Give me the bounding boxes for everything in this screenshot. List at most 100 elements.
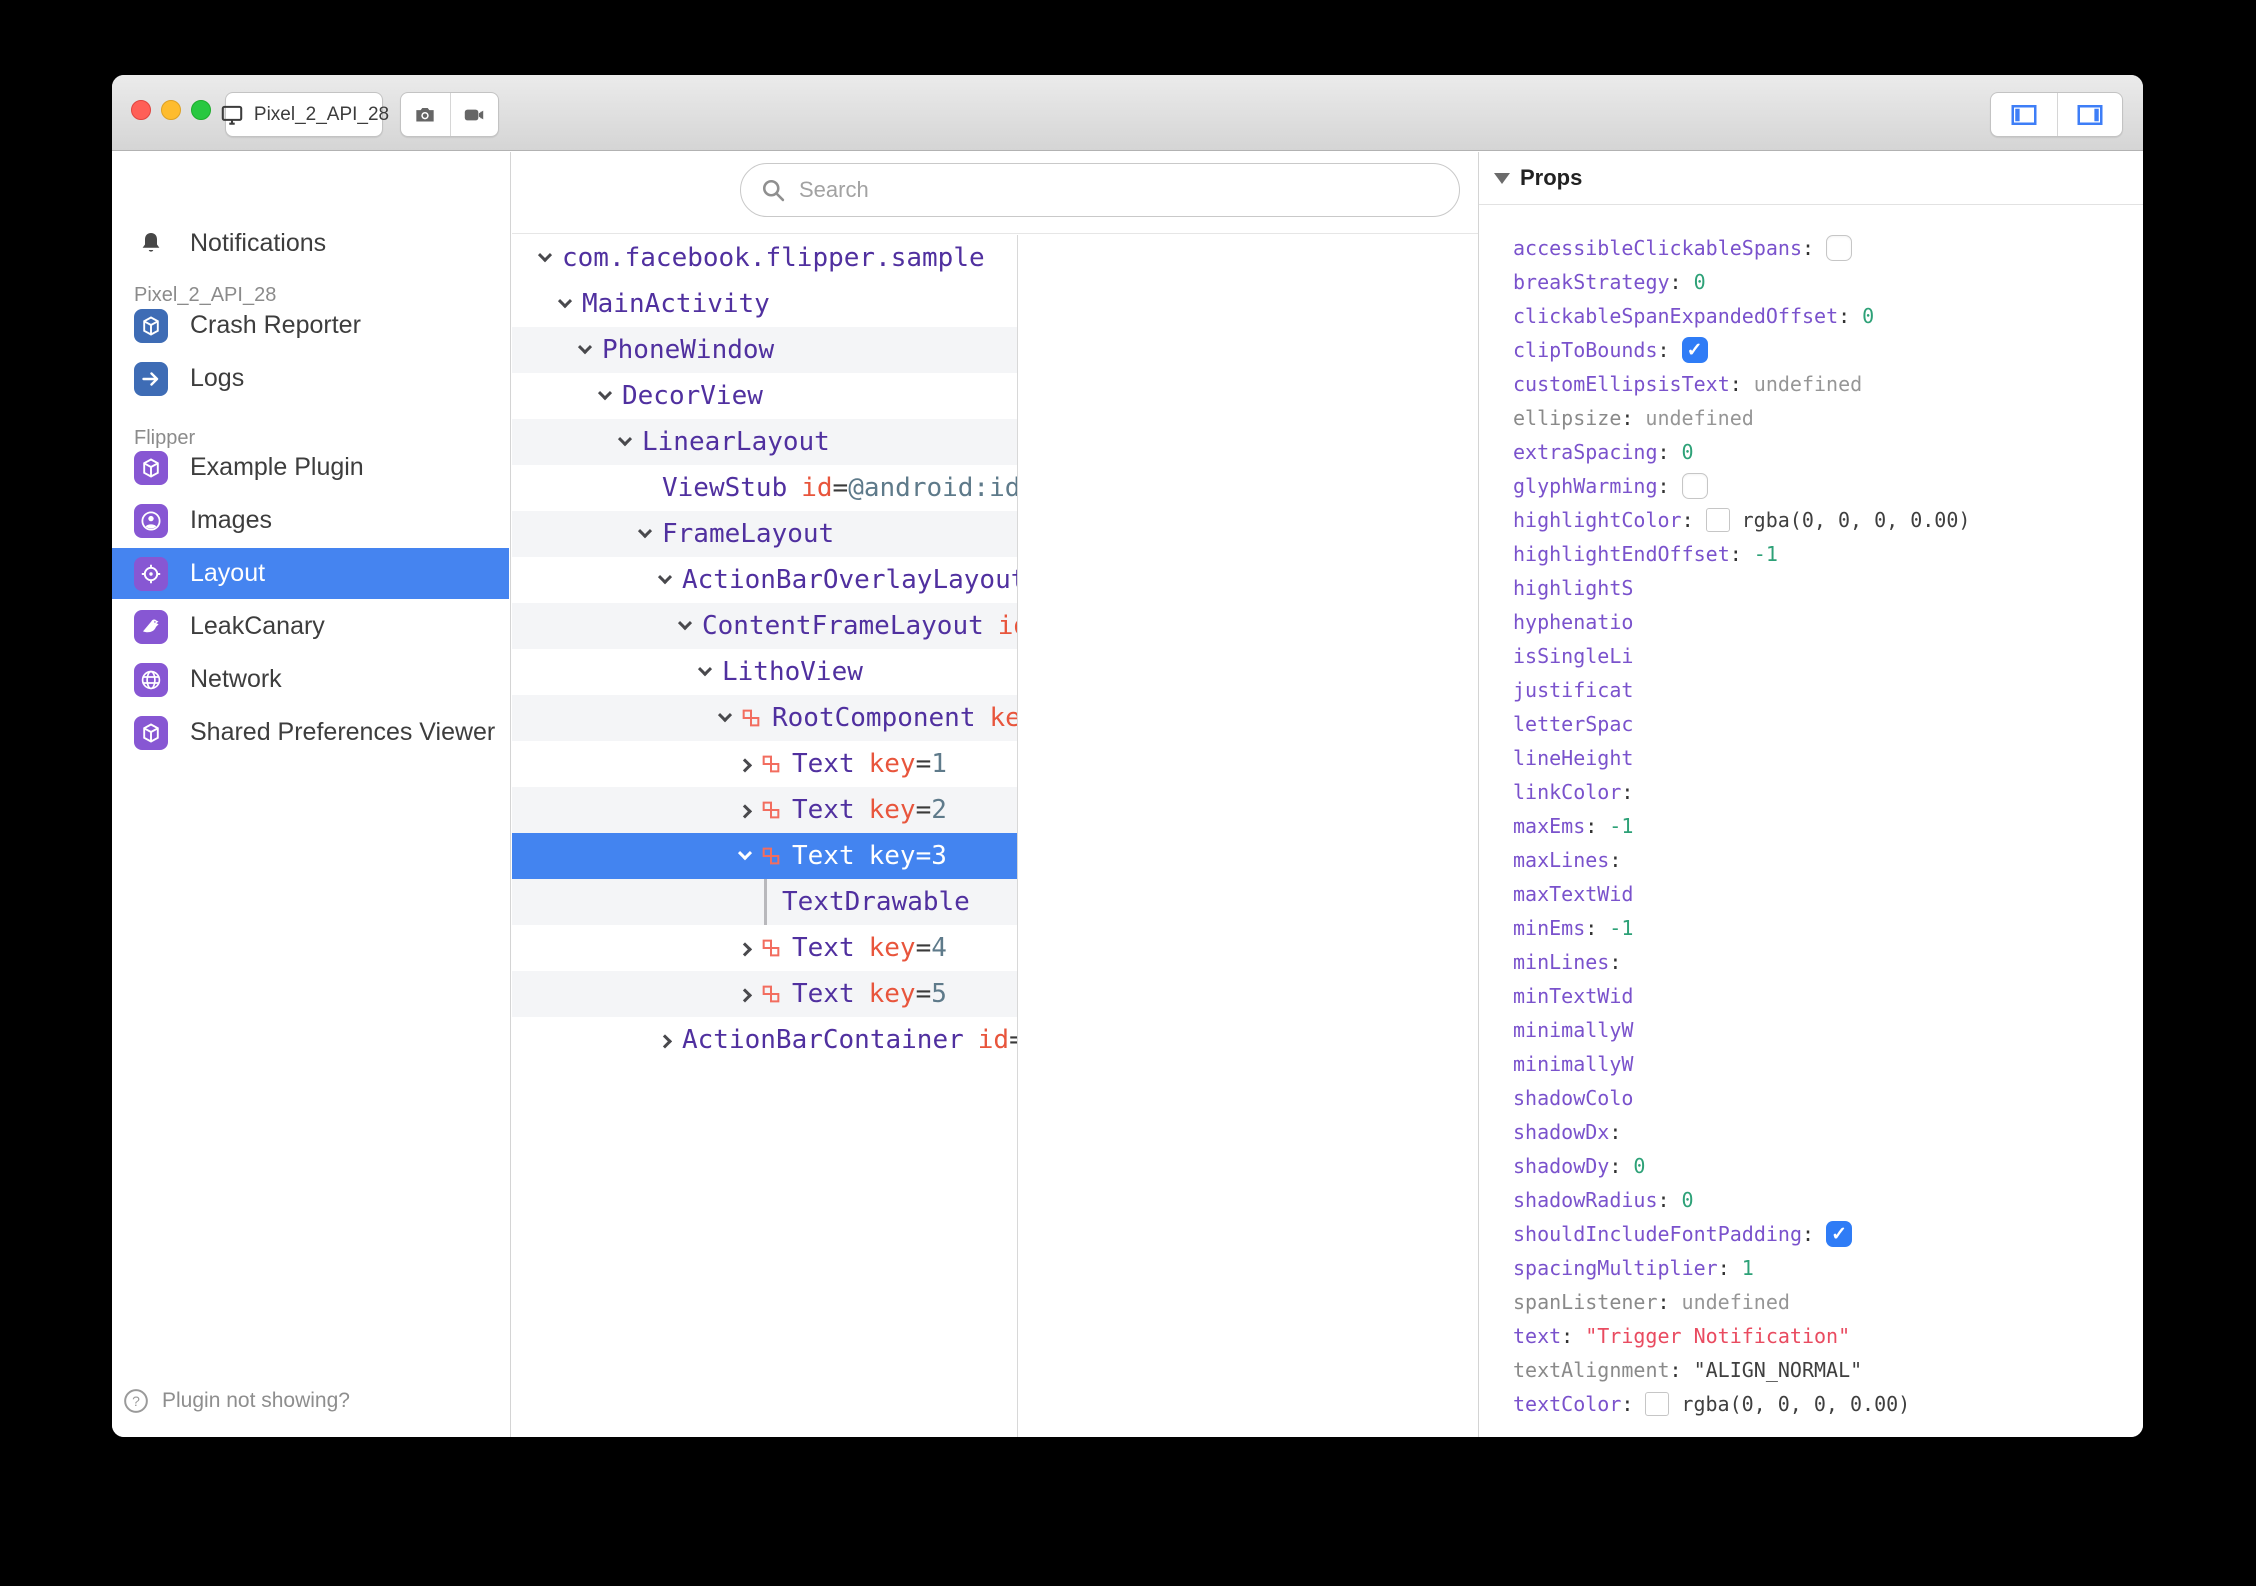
prop-row-extraspacing: extraSpacing:0 (1479, 435, 2143, 469)
checkbox-checked[interactable]: ✓ (1826, 1221, 1853, 1247)
prop-value[interactable]: 1 (1742, 1256, 1754, 1280)
tree-row-framelayout[interactable]: FrameLayout (512, 511, 1017, 557)
sidebar-item-notifications[interactable]: Notifications (112, 218, 509, 269)
color-swatch[interactable] (1705, 508, 1730, 532)
prop-colon: : (1669, 270, 1682, 294)
search-icon (759, 176, 787, 204)
tree-row-text-5[interactable]: Text key = 5 (512, 971, 1017, 1017)
chevron-down-icon[interactable] (692, 649, 718, 695)
chevron-down-icon[interactable] (612, 419, 638, 465)
checkbox-unchecked[interactable] (1681, 473, 1708, 499)
tree-node-name: ActionBarContainer (682, 1025, 964, 1055)
titlebar: Pixel_2_API_28 (112, 75, 2143, 151)
tree-node-name: Text (792, 979, 855, 1009)
close-button[interactable] (131, 100, 151, 120)
tree-row-actionbaroverlaylayout-id-decor-content-parent[interactable]: ActionBarOverlayLayoutid=@id/decor_conte… (512, 557, 1017, 603)
tree-row-linearlayout[interactable]: LinearLayout (512, 419, 1017, 465)
prop-colon: : (1669, 1358, 1682, 1382)
tree-row-text-4[interactable]: Text key = 4 (512, 925, 1017, 971)
props-header[interactable]: Props (1479, 152, 2143, 205)
prop-row-linkcolor: linkColor: (1479, 775, 2143, 809)
prop-value[interactable]: 0 (1862, 304, 1874, 328)
tree-row-rootcomponent-1[interactable]: RootComponentkey=1 (512, 695, 1017, 741)
screenrecord-button[interactable] (449, 93, 499, 136)
chevron-right-icon[interactable] (732, 741, 758, 787)
prop-value[interactable]: 0 (1682, 440, 1694, 464)
chevron-down-icon[interactable] (592, 373, 618, 419)
litho-icon (760, 799, 782, 821)
toggle-right-panel-button[interactable] (2056, 93, 2123, 136)
tree-row-actionbarcontainer-id-action-bar-container[interactable]: ActionBarContainerid=@id/action_bar_cont… (512, 1017, 1017, 1063)
tree-row-text-1[interactable]: Text key = 1 (512, 741, 1017, 787)
color-swatch[interactable] (1645, 1392, 1670, 1416)
chevron-down-icon[interactable] (732, 833, 758, 879)
tree-attr-value: 1 (931, 749, 947, 779)
tree-row-decorview[interactable]: DecorView (512, 373, 1017, 419)
chevron-right-icon[interactable] (732, 787, 758, 833)
prop-value[interactable]: 0 (1694, 270, 1706, 294)
toggle-left-panel-button[interactable] (1991, 93, 2057, 136)
chevron-right-icon[interactable] (652, 1017, 678, 1063)
tree-row-lithoview[interactable]: LithoView (512, 649, 1017, 695)
tree-node-name: com.facebook.flipper.sample (562, 243, 985, 273)
prop-value[interactable]: -1 (1609, 814, 1633, 838)
sidebar-item-example-plugin[interactable]: Example Plugin (112, 442, 509, 493)
sidebar-item-leakcanary[interactable]: LeakCanary (112, 601, 509, 652)
prop-colon: : (1585, 814, 1598, 838)
minimize-button[interactable] (161, 100, 181, 120)
chevron-right-icon[interactable] (732, 971, 758, 1017)
prop-row-justificat: justificat (1479, 673, 2143, 707)
zoom-button[interactable] (191, 100, 211, 120)
sidebar-item-crash-reporter[interactable]: Crash Reporter (112, 300, 509, 351)
prop-colon: : (1609, 950, 1622, 974)
prop-value[interactable]: "Trigger Notification" (1585, 1324, 1850, 1348)
sidebar-item-network[interactable]: Network (112, 654, 509, 705)
tree-row-mainactivity[interactable]: MainActivity (512, 281, 1017, 327)
tree-row-textdrawable[interactable]: TextDrawable (512, 879, 1017, 925)
chevron-down-icon[interactable] (652, 557, 678, 603)
chevron-right-icon[interactable] (732, 925, 758, 971)
plugin-help-link[interactable]: ? Plugin not showing? (122, 1387, 350, 1415)
tree-attr-equals: = (915, 979, 932, 1009)
tree-attr-key: id (801, 473, 833, 503)
prop-value[interactable]: 0 (1633, 1154, 1645, 1178)
prop-key: highlightColor (1513, 508, 1682, 532)
tree-row-contentframelayout-android-id-content[interactable]: ContentFrameLayoutid=@android:id/content (512, 603, 1017, 649)
tree-row-com-facebook-flipper-sample[interactable]: com.facebook.flipper.sample (512, 235, 1017, 281)
prop-value[interactable]: -1 (1609, 916, 1633, 940)
chevron-down-icon[interactable] (532, 235, 558, 281)
prop-value[interactable]: 0 (1682, 1188, 1694, 1212)
prop-key: letterSpac (1513, 712, 1634, 736)
checkbox-checked[interactable]: ✓ (1681, 337, 1708, 363)
sidebar-item-label: Crash Reporter (190, 311, 361, 339)
prop-row-minems: minEms: -1 (1479, 911, 2143, 945)
prop-colon: : (1838, 304, 1851, 328)
chevron-down-icon[interactable] (632, 511, 658, 557)
sidebar-item-logs[interactable]: Logs (112, 353, 509, 404)
tree-row-viewstub-android-id-action-mode-bar-stub[interactable]: ViewStub id=@android:id/action_mode_bar_s… (512, 465, 1017, 511)
tree-row-text-3[interactable]: Text key = 3 (512, 833, 1017, 879)
screenshot-button[interactable] (401, 93, 450, 136)
litho-icon (760, 753, 782, 775)
prop-value[interactable]: -1 (1754, 542, 1778, 566)
panel-right-icon (2073, 100, 2107, 130)
checkbox-unchecked[interactable] (1826, 235, 1853, 261)
prop-colon: : (1681, 508, 1694, 532)
prop-key: shadowDx (1513, 1120, 1610, 1144)
tree-node-name: LinearLayout (642, 427, 830, 457)
chevron-down-icon[interactable] (552, 281, 578, 327)
tree-row-phonewindow[interactable]: PhoneWindow (512, 327, 1017, 373)
chevron-down-icon[interactable] (672, 603, 698, 649)
sidebar-item-images[interactable]: Images (112, 495, 509, 546)
sidebar-item-shared-preferences-viewer[interactable]: Shared Preferences Viewer (112, 707, 509, 758)
chevron-down-icon[interactable] (712, 695, 738, 741)
tree-row-text-2[interactable]: Text key = 2 (512, 787, 1017, 833)
device-selector-button[interactable]: Pixel_2_API_28 (221, 92, 389, 137)
tree-attr-equals: = (915, 933, 932, 963)
prop-value: "ALIGN_NORMAL" (1693, 1358, 1863, 1382)
search-input[interactable] (799, 177, 1441, 203)
chevron-down-icon[interactable] (572, 327, 598, 373)
sidebar-item-layout[interactable]: Layout (112, 548, 509, 599)
tree-node-name: TextDrawable (782, 887, 970, 917)
